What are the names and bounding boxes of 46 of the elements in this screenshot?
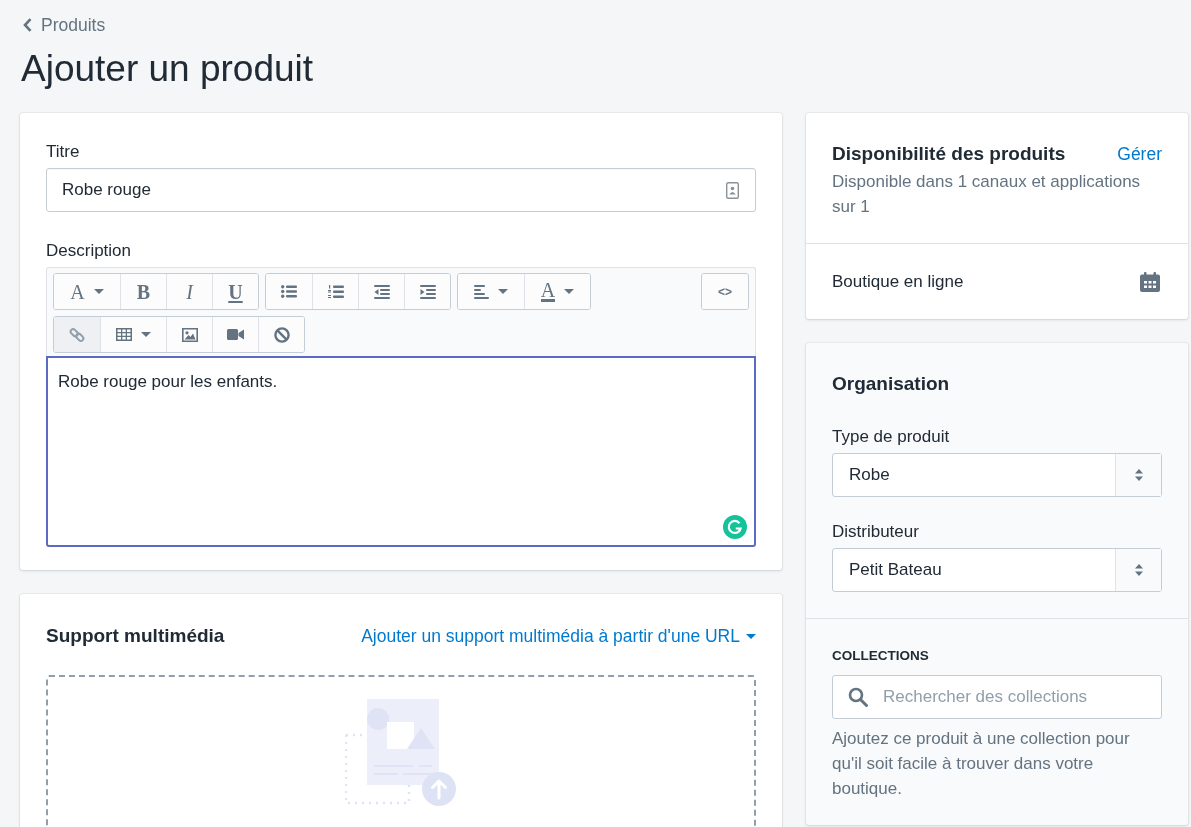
card-title: Support multimédia	[46, 624, 225, 648]
field-label: Distributeur	[832, 522, 919, 542]
chain-link-icon	[69, 326, 85, 343]
channel-name: Boutique en ligne	[832, 271, 964, 292]
field-label: Type de produit	[832, 427, 950, 447]
dropdown-select[interactable]: Robe	[832, 453, 1162, 497]
title-field[interactable]: Robe rouge	[46, 168, 756, 212]
manage-link[interactable]: Gérer	[1117, 143, 1162, 165]
help-text: Ajoutez ce produit à une collection pour qu'il soit facile à trouver dans votre boutique.	[832, 728, 1131, 800]
contact-card-icon	[726, 181, 739, 199]
page-title: Ajouter un produit	[21, 49, 314, 89]
caret-icon	[746, 633, 756, 639]
search-field[interactable]: Rechercher des collections	[832, 675, 1162, 719]
indent-button[interactable]	[404, 274, 450, 309]
caret-icon	[141, 332, 151, 337]
field-label: Description	[46, 241, 132, 261]
calendar-icon[interactable]	[1140, 271, 1160, 292]
add-from-url-link[interactable]: Ajouter un support multimédia à partir d'une URL	[361, 625, 756, 647]
text-color-button[interactable]: A	[524, 274, 590, 309]
outdent-icon	[373, 284, 390, 299]
dropdown-select[interactable]: Petit Bateau	[832, 548, 1162, 592]
search-icon	[848, 687, 868, 707]
card-title: Organisation	[832, 373, 950, 394]
video-camera-icon	[227, 329, 244, 340]
table-grid-icon	[116, 328, 132, 341]
indent-icon	[419, 284, 436, 299]
caret-icon	[564, 289, 575, 294]
availability-summary: Disponible dans 1 canaux et applications sur 1	[832, 171, 1142, 218]
field-label: Titre	[46, 142, 80, 162]
card-title: Disponibilité des produits	[832, 142, 1066, 166]
numbered-list-icon	[327, 284, 344, 299]
description-field[interactable]: Robe rouge pour les enfants.	[46, 356, 756, 547]
image-icon	[181, 327, 198, 342]
bulleted-list-icon	[281, 285, 297, 298]
section-heading: COLLECTIONS	[832, 647, 929, 665]
clear-formatting-button[interactable]	[258, 317, 304, 352]
caret-icon	[498, 289, 508, 294]
caret-icon	[93, 289, 104, 294]
back-link[interactable]: Produits	[20, 14, 106, 36]
align-left-icon	[474, 284, 489, 299]
chevron-left-icon	[23, 18, 32, 32]
no-symbol-icon	[273, 326, 290, 343]
up-down-arrows-icon	[1134, 469, 1143, 481]
underline-button[interactable]: U	[212, 274, 258, 309]
up-down-arrows-icon	[1134, 564, 1143, 576]
source-code-button[interactable]: <>	[702, 274, 748, 309]
